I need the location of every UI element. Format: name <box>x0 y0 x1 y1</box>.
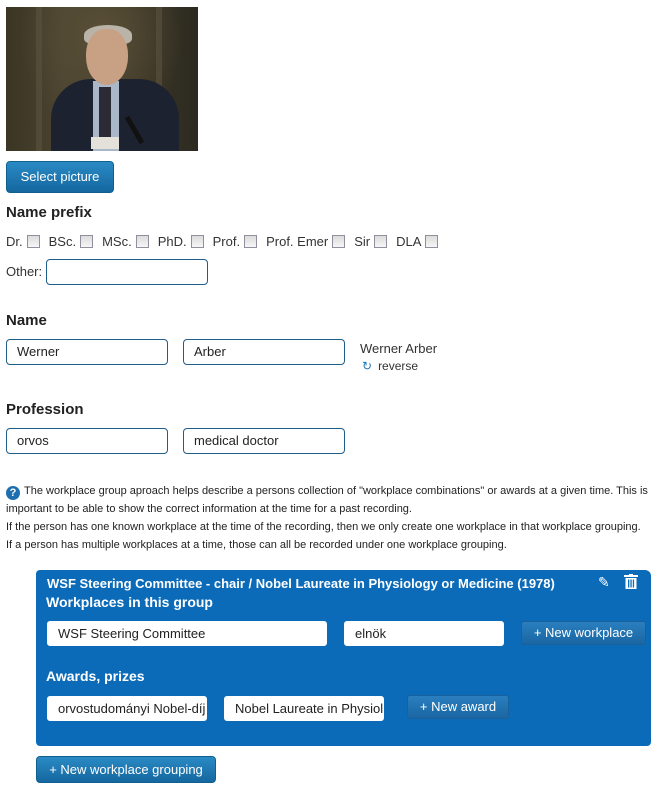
prefix-option-dla[interactable]: DLA <box>396 234 439 249</box>
prefix-option-prof-emer[interactable]: Prof. Emer <box>266 234 346 249</box>
refresh-icon: ↻ <box>362 359 373 373</box>
person-photo <box>6 7 198 151</box>
award-hu-input[interactable]: orvostudományi Nobel-díj <box>47 696 207 721</box>
prefix-checkbox-bsc[interactable] <box>80 234 94 248</box>
workplace-name-input[interactable]: WSF Steering Committee <box>47 621 327 646</box>
profession-en-input[interactable]: medical doctor <box>183 428 345 454</box>
prefix-checkbox-prof[interactable] <box>244 234 258 248</box>
other-prefix-label: Other: <box>6 264 43 279</box>
other-prefix-input[interactable] <box>46 259 208 285</box>
workplace-group-title: WSF Steering Committee - chair / Nobel L… <box>47 576 555 591</box>
prefix-checkbox-sir[interactable] <box>374 234 388 248</box>
pencil-icon[interactable]: ✎ <box>598 574 610 590</box>
workplace-group-panel: WSF Steering Committee - chair / Nobel L… <box>36 570 651 746</box>
name-heading: Name <box>6 312 47 329</box>
profession-heading: Profession <box>6 401 84 418</box>
prefix-checkbox-prof-emer[interactable] <box>332 234 346 248</box>
prefix-option-msc[interactable]: MSc. <box>102 234 149 249</box>
awards-heading: Awards, prizes <box>46 668 145 684</box>
prefix-option-sir[interactable]: Sir <box>354 234 388 249</box>
award-en-input[interactable]: Nobel Laureate in Physiology or Medicine <box>224 696 384 721</box>
new-workplace-button[interactable]: + New workplace <box>521 621 646 645</box>
last-name-input[interactable]: Arber <box>183 339 345 365</box>
name-prefix-options: Dr. BSc. MSc. PhD. Prof. Prof. Emer Sir … <box>6 232 447 250</box>
prefix-checkbox-phd[interactable] <box>190 234 204 248</box>
workplaces-heading: Workplaces in this group <box>46 594 213 610</box>
name-preview: Werner Arber <box>360 341 438 356</box>
select-picture-button[interactable]: Select picture <box>6 161 114 193</box>
reverse-name-link[interactable]: ↻ reverse <box>362 359 418 373</box>
name-prefix-heading: Name prefix <box>6 204 92 221</box>
question-icon: ? <box>6 486 20 500</box>
new-workplace-grouping-button[interactable]: + New workplace grouping <box>36 756 216 783</box>
prefix-option-prof[interactable]: Prof. <box>213 234 258 249</box>
prefix-option-dr[interactable]: Dr. <box>6 234 40 249</box>
workplace-role-input[interactable]: elnök <box>344 621 504 646</box>
new-award-button[interactable]: + New award <box>407 695 509 719</box>
prefix-option-phd[interactable]: PhD. <box>158 234 204 249</box>
trash-icon[interactable] <box>624 574 638 592</box>
workplace-group-info: ? The workplace group aproach helps descr… <box>6 485 648 551</box>
first-name-input[interactable]: Werner <box>6 339 168 365</box>
profession-hu-input[interactable]: orvos <box>6 428 168 454</box>
prefix-checkbox-dla[interactable] <box>425 234 439 248</box>
prefix-checkbox-msc[interactable] <box>135 234 149 248</box>
prefix-option-bsc[interactable]: BSc. <box>49 234 94 249</box>
prefix-checkbox-dr[interactable] <box>26 234 40 248</box>
